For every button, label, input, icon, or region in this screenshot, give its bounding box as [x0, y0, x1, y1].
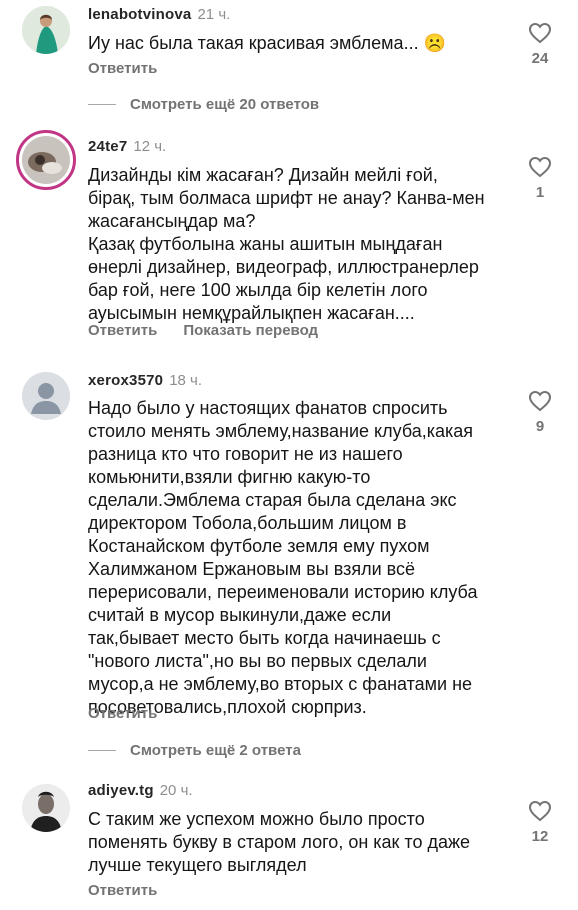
timestamp: 20 ч. — [159, 782, 193, 799]
timestamp: 12 ч. — [133, 138, 167, 155]
view-more-replies[interactable]: Смотреть ещё 2 ответа — [88, 742, 301, 759]
view-more-replies[interactable]: Смотреть ещё 20 ответов — [88, 96, 319, 113]
username[interactable]: 24te7 — [88, 138, 127, 155]
heart-icon[interactable] — [528, 22, 552, 44]
like-control: 9 — [528, 390, 552, 435]
comment-meta: lenabotvinova 21 ч. — [88, 6, 230, 24]
comment-actions: Ответить — [88, 705, 183, 722]
comment-text: Надо было у настоящих фанатов спросить с… — [88, 398, 478, 717]
avatar[interactable] — [16, 130, 76, 190]
reply-button[interactable]: Ответить — [88, 60, 157, 77]
like-count: 9 — [535, 418, 545, 435]
like-count: 1 — [535, 184, 545, 201]
comment-actions: Ответить — [88, 60, 183, 77]
avatar[interactable] — [22, 784, 70, 832]
avatar-image — [22, 136, 70, 184]
avatar[interactable] — [22, 372, 70, 420]
heart-icon[interactable] — [528, 800, 552, 822]
divider-line — [88, 104, 116, 105]
like-count: 24 — [531, 50, 549, 67]
default-user-icon — [22, 372, 70, 420]
divider-line — [88, 750, 116, 751]
username[interactable]: adiyev.tg — [88, 782, 154, 799]
comment-text: Дизайнды кім жасаған? Дизайн мейлі ғой, … — [88, 165, 485, 323]
reply-button[interactable]: Ответить — [88, 705, 157, 722]
like-control: 1 — [528, 156, 552, 201]
like-count: 12 — [531, 828, 549, 845]
comment-actions: Ответить Показать перевод — [88, 322, 344, 339]
like-control: 12 — [528, 800, 552, 845]
avatar[interactable] — [22, 6, 70, 54]
comment-text: Иу нас была такая красивая эмблема... ☹️ — [88, 33, 446, 53]
username[interactable]: xerox3570 — [88, 372, 163, 389]
like-control: 24 — [528, 22, 552, 67]
view-more-label: Смотреть ещё 2 ответа — [130, 742, 301, 759]
comment-text: С таким же успехом можно было просто пом… — [88, 809, 471, 875]
reply-button[interactable]: Ответить — [88, 322, 157, 339]
heart-icon[interactable] — [528, 390, 552, 412]
view-more-label: Смотреть ещё 20 ответов — [130, 96, 320, 113]
translate-button[interactable]: Показать перевод — [183, 322, 318, 339]
username[interactable]: lenabotvinova — [88, 6, 191, 23]
reply-button[interactable]: Ответить — [88, 882, 157, 899]
comment-actions: Ответить — [88, 882, 183, 899]
comment-meta: 24te7 12 ч. — [88, 138, 166, 156]
heart-icon[interactable] — [528, 156, 552, 178]
timestamp: 21 ч. — [197, 6, 231, 23]
comment-meta: adiyev.tg 20 ч. — [88, 782, 193, 800]
timestamp: 18 ч. — [169, 372, 203, 389]
comment-meta: xerox3570 18 ч. — [88, 372, 202, 390]
